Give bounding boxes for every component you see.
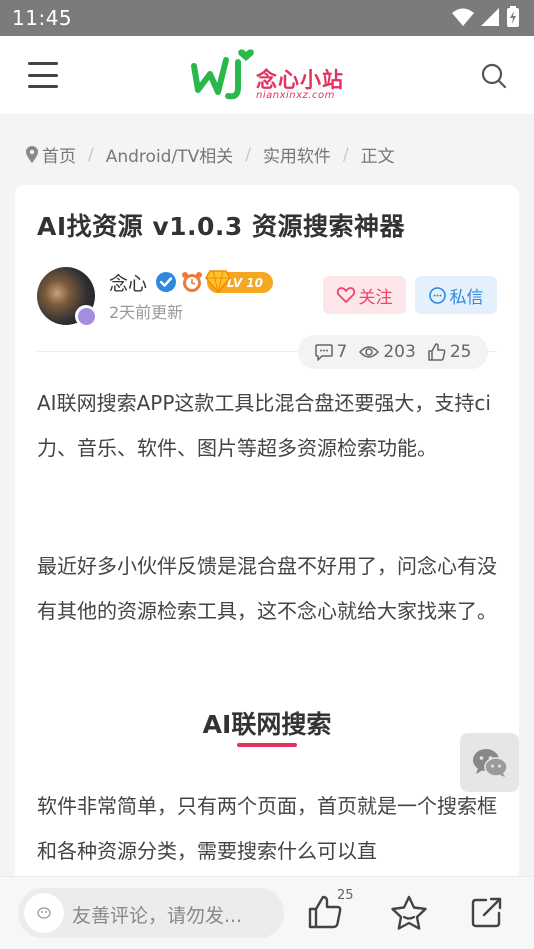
- article-card: AI找资源 v1.0.3 资源搜索神器 念心 LV 10 2天前更新 关注 私信…: [15, 185, 519, 905]
- like-stat[interactable]: 25: [428, 342, 472, 362]
- section-heading: AI联网搜索: [202, 710, 332, 739]
- follow-label: 关注: [358, 287, 393, 308]
- logo-domain: nianxinxz.com: [256, 90, 335, 101]
- breadcrumb-separator: /: [342, 144, 349, 165]
- signal-icon: [481, 8, 499, 26]
- follow-button[interactable]: 关注: [323, 276, 406, 314]
- location-pin-icon: [26, 146, 38, 163]
- bottom-action-bar: 友善评论，请勿发... 25: [0, 876, 534, 949]
- eye-icon: [359, 346, 380, 358]
- comment-input[interactable]: 友善评论，请勿发...: [18, 888, 284, 938]
- status-icons: [452, 6, 520, 28]
- menu-line: [28, 85, 58, 88]
- wechat-button[interactable]: [460, 733, 519, 792]
- update-time: 2天前更新: [109, 303, 184, 322]
- star-icon: [391, 895, 427, 930]
- gem-icon: [205, 270, 231, 294]
- menu-button[interactable]: [28, 60, 58, 90]
- menu-line: [28, 62, 58, 65]
- share-icon: [471, 897, 502, 928]
- message-label: 私信: [449, 287, 484, 308]
- status-time: 11:45: [12, 6, 73, 30]
- comment-icon: [314, 343, 333, 361]
- article-paragraph: AI联网搜索APP这款工具比混合盘还要强大，支持ci力、音乐、软件、图片等超多资…: [37, 391, 491, 460]
- breadcrumb-home[interactable]: 首页: [42, 142, 76, 167]
- breadcrumb-separator: /: [88, 144, 94, 165]
- article-paragraph: 最近好多小伙伴反馈是混合盘不好用了，问念心有没有其他的资源检索工具，这不念心就给…: [37, 554, 497, 623]
- search-icon: [481, 63, 507, 89]
- message-button[interactable]: 私信: [415, 276, 497, 314]
- breadcrumb-current: 正文: [360, 147, 395, 167]
- author-avatar[interactable]: [37, 267, 97, 327]
- like-count-badge: 25: [337, 888, 354, 903]
- alarm-clock-icon: [182, 272, 202, 292]
- menu-line: [28, 73, 58, 77]
- heading-underline: [237, 743, 297, 747]
- article-title: AI找资源 v1.0.3 资源搜索神器: [37, 212, 406, 241]
- comment-stat[interactable]: 7: [314, 342, 348, 362]
- status-bar: 11:45: [0, 0, 534, 36]
- breadcrumb-separator: /: [245, 144, 251, 165]
- heart-icon: [336, 287, 355, 303]
- breadcrumb-subcategory[interactable]: 实用软件: [263, 142, 331, 167]
- battery-icon: [507, 6, 519, 27]
- share-button[interactable]: [470, 895, 504, 933]
- comment-placeholder: 友善评论，请勿发...: [72, 905, 243, 927]
- logo-mark-icon: [191, 49, 254, 100]
- article-paragraph: 软件非常简单，只有两个页面，首页就是一个搜索框和各种资源分类，需要搜索什么可以直: [37, 794, 497, 863]
- avatar-badge: [75, 305, 97, 327]
- wifi-icon: [452, 8, 474, 26]
- breadcrumb: 首页 / Android/TV相关 / 实用软件 / 正文: [26, 142, 395, 167]
- wechat-icon: [472, 748, 508, 777]
- favorite-button[interactable]: [390, 895, 428, 935]
- author-name[interactable]: 念心: [109, 269, 147, 296]
- breadcrumb-category[interactable]: Android/TV相关: [106, 142, 233, 167]
- thumbs-up-icon: [428, 343, 446, 361]
- chat-bubble-icon: [428, 286, 446, 304]
- like-count: 25: [449, 342, 472, 362]
- comment-avatar: [24, 893, 64, 933]
- top-header: 念心小站 nianxinxz.com: [0, 36, 534, 114]
- verified-icon: [156, 272, 176, 292]
- user-avatar-icon: [37, 907, 51, 919]
- site-logo[interactable]: 念心小站 nianxinxz.com: [188, 46, 348, 104]
- view-count: 203: [383, 342, 416, 362]
- search-button[interactable]: [480, 62, 508, 90]
- comment-count: 7: [336, 342, 348, 362]
- article-stats: 7 203 25: [298, 335, 488, 369]
- view-stat: 203: [359, 342, 416, 362]
